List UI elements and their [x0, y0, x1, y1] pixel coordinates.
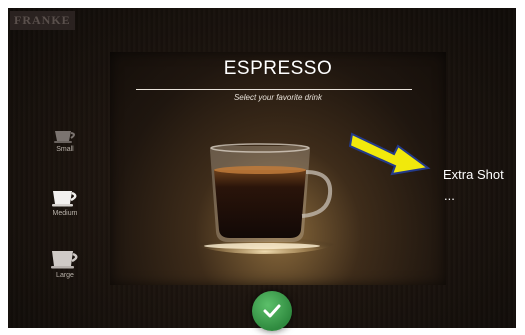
- display-frame: FRANKE ESPRESSO Select your favorite dri…: [0, 0, 525, 335]
- drink-subtitle: Select your favorite drink: [233, 93, 323, 102]
- drink-title: ESPRESSO: [223, 58, 333, 79]
- brand-logo: FRANKE: [10, 11, 75, 30]
- annotation-ellipsis: ...: [444, 188, 455, 203]
- title-divider: [136, 89, 412, 90]
- size-small-label: Small: [56, 146, 74, 153]
- check-icon: [263, 304, 281, 318]
- confirm-button[interactable]: [252, 291, 292, 331]
- cup-small-icon: [54, 131, 75, 143]
- size-small-button[interactable]: Small: [40, 128, 90, 153]
- annotation-arrow-icon: [348, 132, 431, 176]
- cup-large-icon: [51, 251, 78, 269]
- size-medium-button[interactable]: Medium: [40, 188, 90, 217]
- cup-medium-icon: [52, 191, 77, 207]
- size-medium-label: Medium: [52, 210, 78, 217]
- annotation-label: Extra Shot: [443, 167, 504, 182]
- size-large-button[interactable]: Large: [40, 248, 90, 279]
- espresso-cup-image: [200, 143, 335, 254]
- size-large-label: Large: [56, 272, 74, 279]
